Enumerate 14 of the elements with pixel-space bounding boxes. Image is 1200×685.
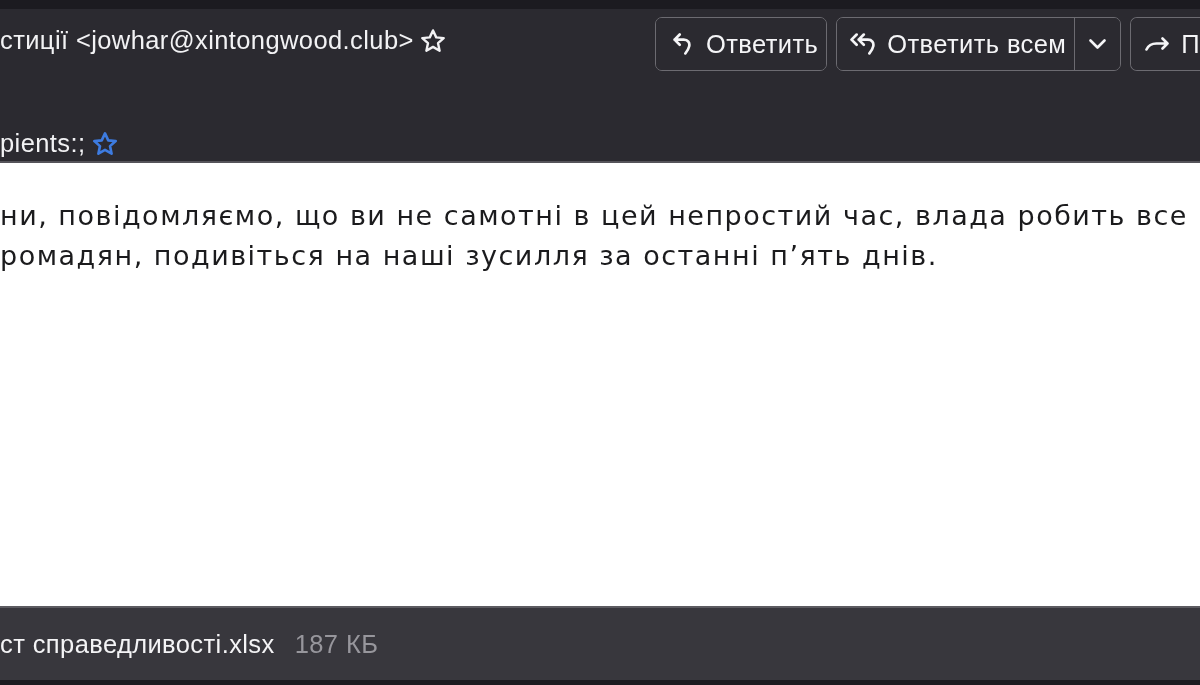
dropdown-button[interactable] bbox=[1074, 18, 1121, 70]
attachment-name[interactable]: ст справедливості.xlsx bbox=[0, 629, 275, 659]
recipients-text: pients:; bbox=[0, 128, 86, 158]
attachment-size: 187 КБ bbox=[294, 629, 379, 659]
reply-button[interactable]: Ответить bbox=[656, 18, 827, 70]
body-text-line: ни, повідомляємо, що ви не самотні в цей непростий час, влада робить все bbox=[0, 199, 1188, 233]
star-icon[interactable] bbox=[93, 131, 118, 155]
forward-icon bbox=[1145, 37, 1170, 51]
forward-button[interactable]: П bbox=[1131, 18, 1200, 70]
reply-all-icon bbox=[850, 33, 876, 55]
caret-icon bbox=[1089, 39, 1107, 49]
sender-address: стиції <jowhar@xintongwood.club> bbox=[0, 25, 414, 55]
reply-icon bbox=[673, 33, 692, 55]
body-text-line: ромадян, подивіться на наші зусилля за останні п’ять днів. bbox=[0, 239, 938, 273]
